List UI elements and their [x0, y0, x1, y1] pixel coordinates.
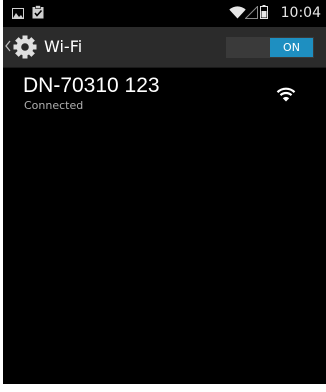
status-time: 10:04	[280, 5, 321, 21]
wifi-toggle[interactable]: ON	[226, 37, 314, 58]
page-title[interactable]: Wi-Fi	[44, 38, 82, 56]
wifi-signal-icon	[229, 6, 246, 19]
network-list-item[interactable]: DN-70310 123 Connected	[3, 68, 326, 118]
cell-signal-icon	[245, 6, 258, 19]
status-bar: 10:04	[3, 0, 326, 27]
wifi-signal-icon	[276, 87, 296, 102]
image-notification-icon	[12, 8, 24, 19]
network-status: Connected	[24, 99, 84, 112]
wifi-toggle-on-label: ON	[270, 38, 313, 57]
network-ssid: DN-70310 123	[23, 74, 160, 97]
battery-icon	[260, 5, 268, 19]
device-screen: 10:04 Wi-Fi ON DN-70310 123 Connected	[3, 0, 326, 384]
up-chevron-icon[interactable]	[5, 40, 11, 52]
clipboard-check-notification-icon	[32, 5, 44, 19]
network-list: DN-70310 123 Connected	[3, 68, 326, 384]
action-bar: Wi-Fi ON	[3, 27, 326, 68]
settings-gear-icon[interactable]	[12, 34, 38, 60]
